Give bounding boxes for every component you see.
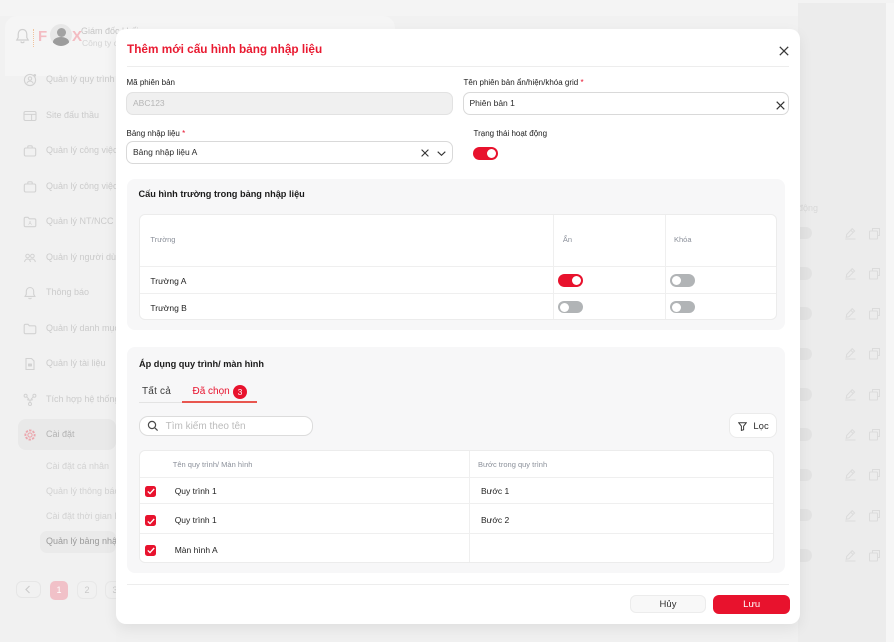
svg-text:A: A [28, 221, 32, 227]
